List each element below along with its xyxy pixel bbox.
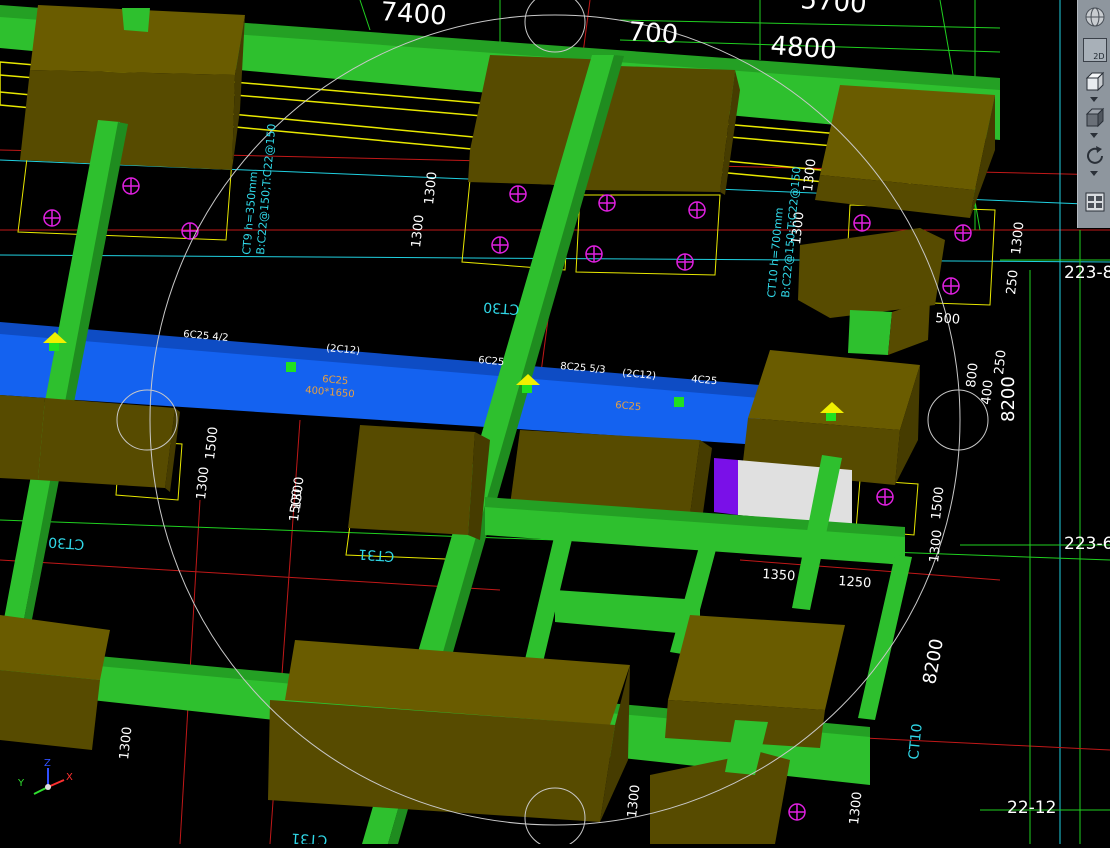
pile-caps-top[interactable] — [20, 5, 995, 218]
grid-label-1: 223-8 — [1064, 263, 1110, 283]
view-3d-solid-button[interactable] — [1081, 104, 1108, 131]
small-dim-3: 1300 — [194, 466, 212, 500]
chevron-down-icon[interactable] — [1090, 133, 1098, 138]
grid-label-3: 22-12 — [1007, 798, 1056, 818]
plan-2d-icon: 2D — [1082, 37, 1107, 62]
beam-note-5: 4C25 — [691, 374, 718, 387]
small-dim-2: 1500 — [203, 426, 221, 460]
globe-icon — [1084, 6, 1106, 28]
small-dim-17: 250 — [1004, 269, 1022, 295]
chevron-down-icon[interactable] — [1090, 171, 1098, 176]
small-dim-16: 1300 — [1009, 221, 1027, 255]
solid-cube-icon — [1084, 107, 1106, 129]
dim-top-1: 7400 — [380, 0, 448, 32]
axis-y-label: Y — [17, 778, 25, 789]
view-2d-button[interactable]: 2D — [1081, 36, 1108, 63]
view-2d-label: 2D — [1093, 51, 1105, 61]
layout-grid-icon — [1084, 191, 1106, 213]
3d-viewport[interactable]: 7400 700 4800 5700 8200 8200 223-8 223-6… — [0, 0, 1110, 848]
small-dim-20: 400 — [979, 379, 997, 405]
view-toolbar: 2D — [1077, 0, 1110, 228]
dim-top-4: 5700 — [800, 0, 868, 20]
small-dim-10: 1300 — [847, 791, 865, 825]
small-dim-15: 1250 — [838, 574, 872, 591]
beam-note-7: 6C25 — [615, 400, 642, 413]
grid-label-2: 223-6 — [1064, 534, 1110, 554]
chevron-down-icon[interactable] — [1090, 97, 1098, 102]
small-dim-19: 250 — [992, 349, 1010, 375]
rotate-view-button[interactable] — [1081, 142, 1108, 169]
dim-right-1: 8200 — [998, 376, 1019, 422]
member-label-1: CT30 — [48, 533, 85, 551]
member-label-4: CT10 — [906, 723, 926, 761]
axis-indicator: Z X Y — [17, 758, 73, 795]
wireframe-cube-icon — [1084, 71, 1106, 93]
dim-top-2: 700 — [628, 17, 680, 50]
beam-note-2: 6C25 — [478, 355, 505, 368]
small-dim-14: 1350 — [762, 567, 796, 584]
beam-note-6: 6C25 — [322, 374, 349, 387]
small-dim-7: 1300 — [927, 529, 945, 563]
member-label-0: CT30 — [483, 298, 520, 316]
orbit-sphere-button[interactable] — [1081, 3, 1108, 30]
view-layout-button[interactable] — [1081, 188, 1108, 215]
rotate-icon — [1084, 145, 1106, 167]
axis-z-label: Z — [44, 758, 51, 769]
member-label-3: CT31 — [291, 829, 328, 844]
small-dim-8: 1300 — [117, 726, 135, 760]
view-3d-wire-button[interactable] — [1081, 68, 1108, 95]
small-dim-9: 1300 — [625, 784, 643, 818]
small-dim-6: 1500 — [929, 486, 947, 520]
small-dim-11: 1300 — [801, 158, 819, 192]
member-label-2: CT31 — [358, 545, 395, 563]
axis-x-label: X — [66, 772, 73, 783]
small-dim-5: 1500 — [287, 488, 305, 522]
dim-right-2: 8200 — [919, 637, 948, 686]
small-dim-0: 1300 — [422, 171, 440, 205]
dim-top-3: 4800 — [770, 31, 838, 66]
small-dim-1: 1300 — [409, 214, 427, 248]
small-dim-13: 500 — [935, 311, 961, 328]
small-dim-18: 800 — [964, 362, 982, 388]
